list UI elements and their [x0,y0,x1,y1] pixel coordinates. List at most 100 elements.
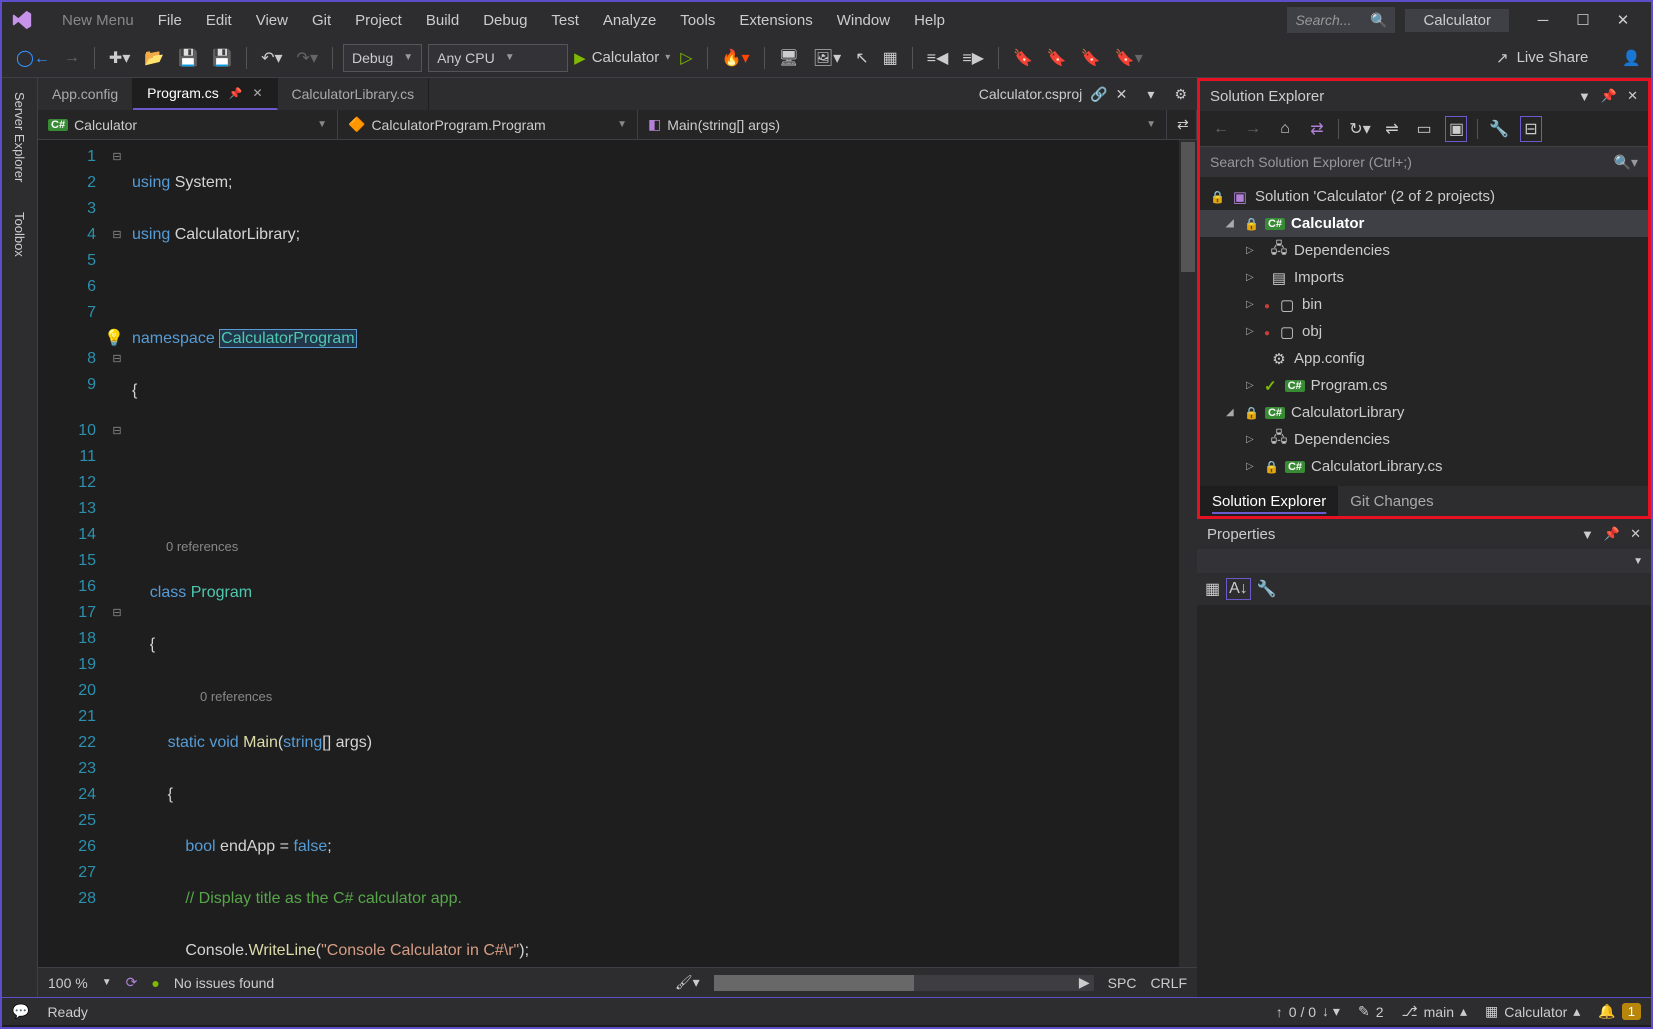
nav-forward-button[interactable]: → [60,44,84,72]
live-share-icon[interactable]: ↗ [1496,49,1509,67]
start-no-debug-button[interactable]: ▷ [676,44,696,72]
se-forward-icon[interactable]: → [1242,120,1264,138]
tool-icon-1[interactable]: 🖼▾ [809,44,845,72]
close-button[interactable]: ✕ [1603,6,1643,34]
tree-obj[interactable]: ▷▢obj [1200,318,1648,345]
server-explorer-tab[interactable]: Server Explorer [12,86,27,188]
tool-icon-3[interactable]: ▦ [879,44,902,72]
lightbulb-icon[interactable]: 💡 [104,326,124,352]
se-preview-icon[interactable]: ⊟ [1520,116,1542,142]
solution-search[interactable]: Search Solution Explorer (Ctrl+;) 🔍▾ [1200,147,1648,177]
config-dropdown[interactable]: Debug▼ [343,44,422,72]
issues-text[interactable]: No issues found [174,975,274,991]
panel-close-icon[interactable]: ✕ [1630,526,1641,542]
tree-appconfig[interactable]: ⚙App.config [1200,345,1648,372]
tool-icon-2[interactable]: ↖ [851,44,872,72]
new-item-button[interactable]: ✚▾ [105,44,134,72]
se-showall-icon[interactable]: ▣ [1445,116,1467,142]
encoding-crlf[interactable]: CRLF [1150,975,1187,991]
bookmark-next-icon[interactable]: 🔖 [1077,44,1105,72]
nav-back-button[interactable]: ◯← [12,44,54,72]
close-tab-icon[interactable]: ✕ [1116,86,1128,103]
output-icon[interactable]: 💬 [12,1003,29,1020]
menu-tools[interactable]: Tools [668,12,727,29]
tree-imports[interactable]: ▷▤Imports [1200,264,1648,291]
code-content[interactable]: using System; using CalculatorLibrary; 💡… [126,140,1197,967]
ptab-solution-explorer[interactable]: Solution Explorer [1200,486,1338,516]
panel-pin-icon[interactable]: 📌 [1601,88,1617,104]
tree-calclibrarycs[interactable]: ▷🔒C#CalculatorLibrary.cs [1200,453,1648,480]
tree-project-calclibrary[interactable]: ◢🔒C#CalculatorLibrary [1200,399,1648,426]
bookmark-prev-icon[interactable]: 🔖 [1043,44,1071,72]
se-switch-icon[interactable]: ⇄ [1306,119,1328,139]
live-share-button[interactable]: Live Share [1517,49,1589,66]
categorized-icon[interactable]: ▦ [1205,579,1220,599]
indent-icon[interactable]: ≡▶ [958,44,988,72]
se-sync-icon[interactable]: ↻▾ [1349,119,1371,139]
outdent-icon[interactable]: ≡◀ [923,44,953,72]
start-debug-button[interactable]: ▶Calculator▾ [574,49,670,67]
panel-pin-icon[interactable]: 📌 [1604,526,1620,542]
menu-test[interactable]: Test [539,12,591,29]
search-box[interactable]: Search... 🔍 [1287,7,1395,33]
tree-dependencies-2[interactable]: ▷🖧Dependencies [1200,426,1648,453]
menu-git[interactable]: Git [300,12,343,29]
tree-programcs[interactable]: ▷C#Program.cs [1200,372,1648,399]
hot-reload-button[interactable]: 🔥▾ [718,44,754,72]
ptab-git-changes[interactable]: Git Changes [1338,486,1445,516]
menu-view[interactable]: View [244,12,300,29]
platform-dropdown[interactable]: Any CPU▼ [428,44,568,72]
fold-column[interactable]: ⊟⊟⊟⊟⊟ [108,140,126,967]
tab-appconfig[interactable]: App.config [38,78,133,110]
tab-overflow-icon[interactable]: ▾ [1137,78,1164,110]
sb-updown[interactable]: ↑ 0 / 0 ↓ ▾ [1276,1003,1340,1020]
tree-dependencies[interactable]: ▷🖧Dependencies [1200,237,1648,264]
props-dropdown-icon[interactable]: ▼ [1633,556,1643,567]
zoom-level[interactable]: 100 % [48,975,88,991]
account-icon[interactable]: 👤 [1622,49,1641,67]
alphabetical-icon[interactable]: A↓ [1226,578,1251,600]
menu-edit[interactable]: Edit [194,12,244,29]
menu-debug[interactable]: Debug [471,12,539,29]
se-home-icon[interactable]: ⌂ [1274,120,1296,138]
tree-project-calculator[interactable]: ◢🔒C#Calculator [1200,210,1648,237]
save-button[interactable]: 💾 [174,44,202,72]
menu-build[interactable]: Build [414,12,471,29]
tab-settings-icon[interactable]: ⚙ [1164,78,1197,110]
panel-close-icon[interactable]: ✕ [1627,88,1638,104]
close-tab-icon[interactable]: ✕ [252,86,262,100]
open-file-button[interactable]: 📂 [140,44,168,72]
tab-calclibrary[interactable]: CalculatorLibrary.cs [278,78,430,110]
tab-csproj[interactable]: Calculator.csproj🔗✕ [969,78,1138,110]
sb-repo[interactable]: ▦ Calculator ▴ [1485,1003,1580,1020]
redo-button[interactable]: ↷▾ [293,44,322,72]
vertical-scrollbar[interactable] [1179,140,1197,967]
menu-project[interactable]: Project [343,12,414,29]
panel-dropdown-icon[interactable]: ▼ [1581,527,1594,542]
panel-dropdown-icon[interactable]: ▼ [1578,89,1591,104]
health-icon[interactable]: ⟳ [126,974,138,991]
horizontal-scrollbar[interactable]: ◀▶ [714,975,1094,991]
browser-link-icon[interactable]: 🖥 [775,44,803,72]
save-all-button[interactable]: 💾 [208,44,236,72]
sb-notifications[interactable]: 🔔1 [1598,1003,1641,1020]
toolbox-tab[interactable]: Toolbox [12,206,27,263]
tree-solution-root[interactable]: 🔒▣Solution 'Calculator' (2 of 2 projects… [1200,183,1648,210]
bookmark-clear-icon[interactable]: 🔖▾ [1111,44,1147,72]
nav-member[interactable]: ◧Main(string[] args)▼ [638,110,1167,139]
undo-button[interactable]: ↶▾ [257,44,286,72]
menu-file[interactable]: File [146,12,194,29]
sb-changes[interactable]: ✎ 2 [1358,1003,1384,1020]
nav-split-icon[interactable]: ⇄ [1167,110,1197,139]
code-editor[interactable]: 1234567891011121314151617181920212223242… [38,140,1197,967]
se-properties-icon[interactable]: 🔧 [1488,119,1510,139]
menu-analyze[interactable]: Analyze [591,12,668,29]
menu-new[interactable]: New Menu [50,12,146,29]
se-filter-icon[interactable]: ⇌ [1381,119,1403,139]
minimize-button[interactable]: ─ [1523,6,1563,34]
encoding-spc[interactable]: SPC [1108,975,1137,991]
tab-programcs[interactable]: Program.cs📌✕ [133,78,277,110]
se-back-icon[interactable]: ← [1210,120,1232,138]
se-collapse-icon[interactable]: ▭ [1413,119,1435,139]
menu-extensions[interactable]: Extensions [727,12,824,29]
